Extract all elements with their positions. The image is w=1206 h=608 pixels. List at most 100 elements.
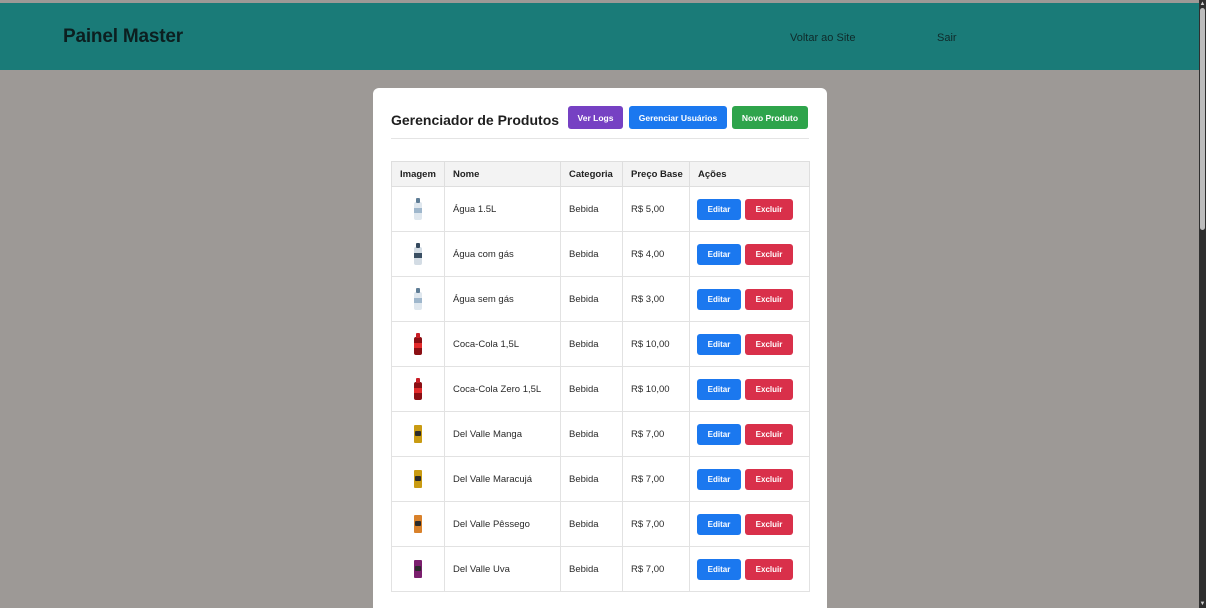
product-price: R$ 7,00: [622, 456, 690, 502]
scroll-down-arrow-icon[interactable]: ▼: [1199, 600, 1206, 608]
delete-product-button[interactable]: Excluir: [745, 423, 793, 445]
table-row: Del Valle Uva Bebida R$ 7,00 Editar Excluir: [391, 546, 810, 592]
edit-product-button[interactable]: Editar: [697, 333, 741, 355]
table-row: Água com gás Bebida R$ 4,00 Editar Excluir: [391, 231, 810, 277]
product-actions-cell: Editar Excluir: [689, 366, 810, 412]
table-row: Coca-Cola 1,5L Bebida R$ 10,00 Editar Exclui…: [391, 321, 810, 367]
juice-can-icon: [414, 470, 422, 488]
brand-title: Painel Master: [63, 26, 183, 47]
column-header-price: Preço Base: [622, 161, 690, 187]
product-manager-card: Gerenciador de Produtos Ver Logs Gerenci…: [373, 88, 827, 608]
product-category: Bebida: [560, 501, 623, 547]
product-actions-cell: Editar Excluir: [689, 321, 810, 367]
juice-can-icon: [414, 425, 422, 443]
product-actions-cell: Editar Excluir: [689, 501, 810, 547]
table-row: Coca-Cola Zero 1,5L Bebida R$ 10,00 Editar E…: [391, 366, 810, 412]
water-bottle-icon: [413, 288, 423, 310]
product-price: R$ 7,00: [622, 411, 690, 457]
product-name: Água 1.5L: [444, 186, 561, 232]
product-name: Del Valle Uva: [444, 546, 561, 592]
product-actions-cell: Editar Excluir: [689, 546, 810, 592]
product-price: R$ 10,00: [622, 321, 690, 367]
logout-link[interactable]: Sair: [937, 32, 957, 44]
table-row: Água sem gás Bebida R$ 3,00 Editar Excluir: [391, 276, 810, 322]
cola-bottle-icon: [413, 333, 423, 355]
edit-product-button[interactable]: Editar: [697, 378, 741, 400]
product-price: R$ 3,00: [622, 276, 690, 322]
product-image-cell: [391, 231, 445, 277]
delete-product-button[interactable]: Excluir: [745, 378, 793, 400]
product-name: Del Valle Maracujá: [444, 456, 561, 502]
product-image-cell: [391, 366, 445, 412]
scroll-thumb[interactable]: [1200, 8, 1205, 230]
product-price: R$ 5,00: [622, 186, 690, 232]
product-price: R$ 10,00: [622, 366, 690, 412]
product-category: Bebida: [560, 321, 623, 367]
product-name: Água com gás: [444, 231, 561, 277]
product-actions-cell: Editar Excluir: [689, 276, 810, 322]
product-image-cell: [391, 456, 445, 502]
edit-product-button[interactable]: Editar: [697, 288, 741, 310]
view-logs-button[interactable]: Ver Logs: [568, 106, 623, 129]
table-row: Água 1.5L Bebida R$ 5,00 Editar Excluir: [391, 186, 810, 232]
delete-product-button[interactable]: Excluir: [745, 513, 793, 535]
product-name: Coca-Cola Zero 1,5L: [444, 366, 561, 412]
product-name: Água sem gás: [444, 276, 561, 322]
delete-product-button[interactable]: Excluir: [745, 288, 793, 310]
table-row: Del Valle Manga Bebida R$ 7,00 Editar Exclui…: [391, 411, 810, 457]
column-header-actions: Ações: [689, 161, 810, 187]
product-image-cell: [391, 546, 445, 592]
product-name: Del Valle Manga: [444, 411, 561, 457]
delete-product-button[interactable]: Excluir: [745, 333, 793, 355]
delete-product-button[interactable]: Excluir: [745, 558, 793, 580]
product-category: Bebida: [560, 276, 623, 322]
product-category: Bebida: [560, 186, 623, 232]
column-header-category: Categoria: [560, 161, 623, 187]
manage-users-button[interactable]: Gerenciar Usuários: [629, 106, 727, 129]
edit-product-button[interactable]: Editar: [697, 558, 741, 580]
product-name: Del Valle Pêssego: [444, 501, 561, 547]
scroll-up-arrow-icon[interactable]: ▲: [1199, 0, 1206, 8]
product-actions-cell: Editar Excluir: [689, 231, 810, 277]
product-name: Coca-Cola 1,5L: [444, 321, 561, 367]
page-title: Gerenciador de Produtos: [391, 112, 560, 128]
top-navbar: Painel Master Voltar ao Site Sair: [0, 3, 1199, 70]
product-actions-cell: Editar Excluir: [689, 456, 810, 502]
products-table: Imagem Nome Categoria Preço Base Ações Á…: [391, 161, 810, 592]
card-header: Gerenciador de Produtos Ver Logs Gerenci…: [391, 106, 809, 139]
juice-can-icon: [414, 560, 422, 578]
delete-product-button[interactable]: Excluir: [745, 468, 793, 490]
delete-product-button[interactable]: Excluir: [745, 198, 793, 220]
product-actions-cell: Editar Excluir: [689, 411, 810, 457]
table-header-row: Imagem Nome Categoria Preço Base Ações: [391, 161, 810, 187]
edit-product-button[interactable]: Editar: [697, 423, 741, 445]
edit-product-button[interactable]: Editar: [697, 513, 741, 535]
delete-product-button[interactable]: Excluir: [745, 243, 793, 265]
product-category: Bebida: [560, 231, 623, 277]
product-price: R$ 4,00: [622, 231, 690, 277]
product-image-cell: [391, 411, 445, 457]
table-row: Del Valle Pêssego Bebida R$ 7,00 Editar Excl…: [391, 501, 810, 547]
product-image-cell: [391, 186, 445, 232]
product-category: Bebida: [560, 411, 623, 457]
cola-bottle-icon: [413, 378, 423, 400]
column-header-name: Nome: [444, 161, 561, 187]
products-table-wrapper: Imagem Nome Categoria Preço Base Ações Á…: [391, 161, 810, 592]
sparkling-water-bottle-icon: [413, 243, 423, 265]
product-price: R$ 7,00: [622, 546, 690, 592]
edit-product-button[interactable]: Editar: [697, 198, 741, 220]
page-scrollbar[interactable]: ▲ ▼: [1199, 0, 1206, 608]
product-image-cell: [391, 501, 445, 547]
edit-product-button[interactable]: Editar: [697, 468, 741, 490]
new-product-button[interactable]: Novo Produto: [732, 106, 808, 129]
product-price: R$ 7,00: [622, 501, 690, 547]
column-header-image: Imagem: [391, 161, 445, 187]
table-row: Del Valle Maracujá Bebida R$ 7,00 Editar Exc…: [391, 456, 810, 502]
product-category: Bebida: [560, 366, 623, 412]
back-to-site-link[interactable]: Voltar ao Site: [790, 32, 855, 44]
product-image-cell: [391, 321, 445, 367]
product-image-cell: [391, 276, 445, 322]
edit-product-button[interactable]: Editar: [697, 243, 741, 265]
product-actions-cell: Editar Excluir: [689, 186, 810, 232]
product-category: Bebida: [560, 456, 623, 502]
